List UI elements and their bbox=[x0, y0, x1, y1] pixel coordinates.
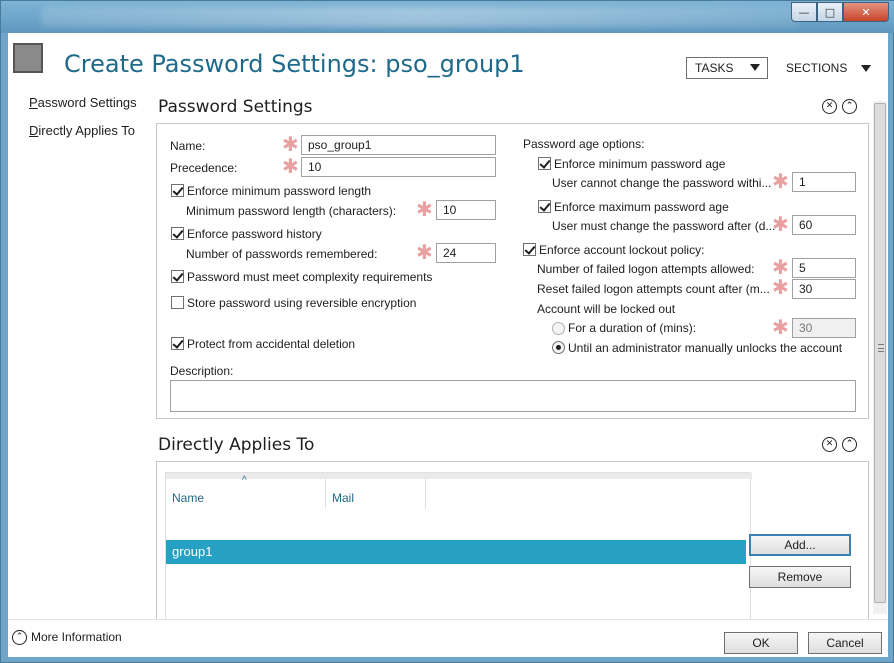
min-length-input[interactable]: 10 bbox=[436, 200, 496, 220]
until-admin-radio[interactable] bbox=[552, 341, 565, 354]
min-age-input[interactable]: 1 bbox=[792, 172, 856, 192]
nav-item-mnemonic: P bbox=[29, 95, 38, 110]
complexity-checkbox[interactable] bbox=[171, 270, 184, 283]
enforce-max-age-checkbox[interactable] bbox=[538, 200, 551, 213]
enforce-max-age-label: Enforce maximum password age bbox=[554, 200, 729, 214]
tasks-label: TASKS bbox=[695, 61, 734, 75]
tasks-dropdown[interactable]: TASKS bbox=[686, 57, 768, 79]
close-window-button[interactable]: ✕ bbox=[843, 2, 889, 22]
sections-nav: Password Settings Directly Applies To bbox=[29, 95, 137, 151]
description-input[interactable] bbox=[170, 380, 856, 412]
lockout-checkbox[interactable] bbox=[523, 243, 536, 256]
grip-icon bbox=[878, 344, 884, 352]
duration-radio[interactable] bbox=[552, 322, 565, 335]
min-age-label: User cannot change the password withi... bbox=[552, 176, 772, 190]
column-header-name: Name bbox=[172, 491, 205, 505]
collapse-section-icon[interactable]: ⌃ bbox=[842, 99, 857, 114]
lockout-label: Enforce account lockout policy: bbox=[539, 243, 705, 257]
enforce-history-label: Enforce password history bbox=[187, 227, 322, 241]
nav-item-directly-applies-to[interactable]: Directly Applies To bbox=[29, 123, 137, 151]
reversible-encryption-label: Store password using reversible encrypti… bbox=[187, 296, 417, 310]
sections-dropdown[interactable]: SECTIONS bbox=[786, 61, 872, 75]
close-section-icon[interactable]: ✕ bbox=[822, 437, 837, 452]
maximize-button[interactable]: □ bbox=[817, 2, 843, 22]
name-input[interactable]: pso_group1 bbox=[301, 135, 496, 155]
collapse-section-icon[interactable]: ⌃ bbox=[842, 437, 857, 452]
duration-label: For a duration of (mins): bbox=[568, 321, 697, 335]
required-icon: ✱ bbox=[416, 197, 433, 221]
title-bar-blurred-text bbox=[41, 7, 801, 27]
max-age-label: User must change the password after (d..… bbox=[552, 219, 776, 233]
until-admin-label: Until an administrator manually unlocks … bbox=[568, 341, 843, 355]
protect-deletion-label: Protect from accidental deletion bbox=[187, 337, 356, 351]
required-icon: ✱ bbox=[772, 315, 789, 339]
duration-input[interactable]: 30 bbox=[792, 318, 856, 338]
more-information-toggle[interactable]: ⌃ More Information bbox=[12, 630, 122, 646]
failed-attempts-input[interactable]: 5 bbox=[792, 258, 856, 278]
vertical-scrollbar[interactable] bbox=[873, 101, 887, 614]
chevron-down-icon bbox=[861, 65, 872, 73]
required-icon: ✱ bbox=[282, 132, 299, 156]
expand-up-icon: ⌃ bbox=[12, 630, 27, 646]
grid-column-name[interactable]: Name ^ bbox=[166, 475, 326, 509]
ok-button[interactable]: OK bbox=[724, 632, 798, 654]
directly-applies-panel: Name ^ Mail group1 Add... Remove bbox=[156, 461, 869, 622]
required-icon: ✱ bbox=[772, 255, 789, 279]
section-title-password-settings: Password Settings bbox=[158, 97, 313, 117]
dialog-client: Create Password Settings: pso_group1 TAS… bbox=[8, 33, 888, 657]
close-section-icon[interactable]: ✕ bbox=[822, 99, 837, 114]
max-age-input[interactable]: 60 bbox=[792, 215, 856, 235]
footer-bar: ⌃ More Information OK Cancel bbox=[8, 619, 888, 657]
min-length-label: Minimum password length (characters): bbox=[186, 204, 397, 218]
column-header-mail: Mail bbox=[332, 491, 355, 505]
description-label: Description: bbox=[170, 364, 234, 378]
password-settings-panel: Name: ✱ pso_group1 Precedence: ✱ 10 Enfo… bbox=[156, 123, 869, 419]
required-icon: ✱ bbox=[772, 275, 789, 299]
failed-attempts-label: Number of failed logon attempts allowed: bbox=[537, 262, 755, 276]
required-icon: ✱ bbox=[772, 169, 789, 193]
cancel-button[interactable]: Cancel bbox=[808, 632, 882, 654]
required-icon: ✱ bbox=[282, 154, 299, 178]
name-label: Name: bbox=[170, 139, 206, 153]
enforce-min-length-label: Enforce minimum password length bbox=[187, 184, 372, 198]
enforce-min-length-checkbox[interactable] bbox=[171, 184, 184, 197]
members-grid: Name ^ Mail group1 bbox=[165, 472, 752, 622]
window-frame: — □ ✕ Create Password Settings: pso_grou… bbox=[0, 0, 894, 663]
required-icon: ✱ bbox=[416, 240, 433, 264]
locked-out-label: Account will be locked out bbox=[537, 302, 676, 316]
history-input[interactable]: 24 bbox=[436, 243, 496, 263]
nav-item-password-settings[interactable]: Password Settings bbox=[29, 95, 137, 123]
reversible-encryption-checkbox[interactable] bbox=[171, 296, 184, 309]
scrollbar-thumb[interactable] bbox=[874, 103, 886, 603]
protect-deletion-checkbox[interactable] bbox=[171, 337, 184, 350]
complexity-label: Password must meet complexity requiremen… bbox=[187, 270, 433, 284]
enforce-min-age-checkbox[interactable] bbox=[538, 157, 551, 170]
nav-item-label: irectly Applies To bbox=[38, 123, 135, 138]
add-button[interactable]: Add... bbox=[749, 534, 851, 556]
grid-column-mail[interactable]: Mail bbox=[326, 479, 426, 509]
enforce-history-checkbox[interactable] bbox=[171, 227, 184, 240]
reset-after-input[interactable]: 30 bbox=[792, 279, 856, 299]
chevron-down-icon bbox=[750, 64, 760, 71]
row-name-cell: group1 bbox=[172, 544, 213, 559]
page-title: Create Password Settings: pso_group1 bbox=[64, 50, 525, 78]
more-information-label: More Information bbox=[31, 630, 122, 644]
sections-label: SECTIONS bbox=[786, 61, 848, 75]
history-label: Number of passwords remembered: bbox=[186, 247, 378, 261]
precedence-label: Precedence: bbox=[170, 161, 238, 175]
remove-button[interactable]: Remove bbox=[749, 566, 851, 588]
section-title-directly-applies-to: Directly Applies To bbox=[158, 435, 315, 455]
password-settings-icon bbox=[13, 43, 43, 73]
title-bar[interactable]: — □ ✕ bbox=[1, 1, 894, 33]
table-row[interactable]: group1 bbox=[166, 540, 746, 564]
minimize-button[interactable]: — bbox=[791, 2, 817, 22]
required-icon: ✱ bbox=[772, 212, 789, 236]
reset-after-label: Reset failed logon attempts count after … bbox=[537, 282, 770, 296]
nav-item-label: assword Settings bbox=[37, 95, 137, 110]
enforce-min-age-label: Enforce minimum password age bbox=[554, 157, 726, 171]
nav-item-mnemonic: D bbox=[29, 123, 39, 138]
precedence-input[interactable]: 10 bbox=[301, 157, 496, 177]
sort-ascending-icon: ^ bbox=[242, 475, 247, 486]
age-options-label: Password age options: bbox=[523, 137, 645, 151]
